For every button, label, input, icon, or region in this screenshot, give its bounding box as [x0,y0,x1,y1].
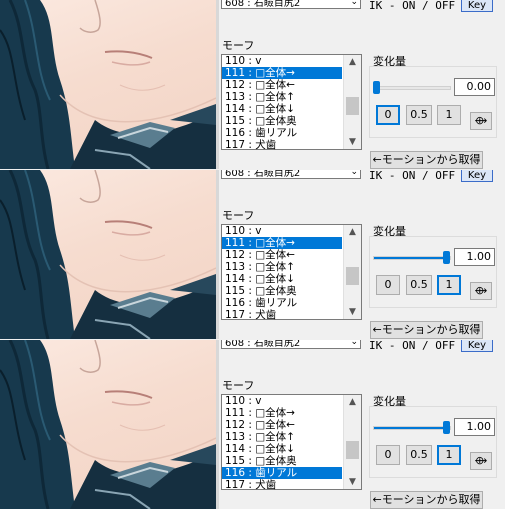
model-viewport [0,0,216,169]
viewport-render [0,170,216,339]
key-button[interactable]: Key [461,0,493,12]
value-one-button[interactable]: 1 [437,105,461,125]
morph-slider-track[interactable] [373,256,451,260]
list-item[interactable]: 114 : □全体↓ [222,273,342,285]
bone-select[interactable]: 608 : 右瞼目尻2 ⌄ [221,340,361,349]
list-item[interactable]: 114 : □全体↓ [222,103,342,115]
list-item[interactable]: 117 : 犬歯 [222,309,342,321]
chevron-down-icon: ⌄ [350,340,358,347]
list-item[interactable]: 116 : 歯リアル [222,297,342,309]
morph-slider-thumb[interactable] [373,81,380,94]
bone-select[interactable]: 608 : 右瞼目尻2 ⌄ [221,170,361,179]
value-zero-button[interactable]: 0 [376,445,400,465]
get-from-motion-button[interactable]: ←モーションから取得 [370,151,483,169]
reset-button[interactable]: ⟴ [470,112,492,130]
list-item[interactable]: 115 : □全体奥 [222,455,342,467]
scroll-up-icon[interactable]: ▲ [344,55,361,69]
morph-value-input[interactable]: 1.00 [454,248,495,266]
list-item[interactable]: 111 : □全体→ [222,407,342,419]
value-one-button[interactable]: 1 [437,275,461,295]
get-from-motion-button[interactable]: ←モーションから取得 [370,491,483,509]
reset-arrows-icon: ⟴ [474,284,488,297]
chevron-down-icon: ⌄ [350,170,358,177]
ik-toggle-label: IK - ON / OFF [369,170,456,182]
model-viewport [0,340,216,509]
scroll-thumb[interactable] [346,441,359,459]
list-item[interactable]: 110 : v [222,225,342,237]
scroll-thumb[interactable] [346,267,359,285]
screenshot-strip: 608 : 右瞼目尻2 ⌄ IK - ON / OFF Key モーフ 110 : v 11… [0,0,505,169]
list-item[interactable]: 113 : □全体↑ [222,261,342,273]
ik-toggle-label: IK - ON / OFF [369,340,456,352]
bone-select[interactable]: 608 : 右瞼目尻2 ⌄ [221,0,361,9]
screenshot-strip: 608 : 右瞼目尻2 ⌄ IK - ON / OFF Key モーフ 110 : v 11… [0,170,505,339]
list-item[interactable]: 116 : 歯リアル [222,467,342,479]
scrollbar[interactable]: ▲ ▼ [343,55,361,149]
list-item[interactable]: 114 : □全体↓ [222,443,342,455]
scroll-down-icon[interactable]: ▼ [344,305,361,319]
list-item[interactable]: 111 : □全体→ [222,237,342,249]
value-half-button[interactable]: 0.5 [406,445,432,465]
scroll-down-icon[interactable]: ▼ [344,135,361,149]
value-zero-button[interactable]: 0 [376,275,400,295]
list-item[interactable]: 113 : □全体↑ [222,431,342,443]
bone-select-value: 608 : 右瞼目尻2 [225,170,301,179]
scroll-up-icon[interactable]: ▲ [344,395,361,409]
scroll-down-icon[interactable]: ▼ [344,475,361,489]
value-half-button[interactable]: 0.5 [406,105,432,125]
get-from-motion-button[interactable]: ←モーションから取得 [370,321,483,339]
value-one-button[interactable]: 1 [437,445,461,465]
morph-slider-fill [374,257,450,259]
panel-divider [216,170,219,339]
morph-list[interactable]: 110 : v 111 : □全体→ 112 : □全体← 113 : □全体↑ 114… [221,394,362,491]
key-button[interactable]: Key [461,340,493,352]
panel-divider [216,0,219,169]
panel-divider [216,340,219,509]
reset-button[interactable]: ⟴ [470,452,492,470]
list-item[interactable]: 116 : 歯リアル [222,127,342,139]
list-item[interactable]: 115 : □全体奥 [222,115,342,127]
scrollbar[interactable]: ▲ ▼ [343,395,361,489]
list-item[interactable]: 110 : v [222,55,342,67]
viewport-render [0,340,216,509]
morph-slider-thumb[interactable] [443,251,450,264]
list-item[interactable]: 112 : □全体← [222,79,342,91]
reset-arrows-icon: ⟴ [474,454,488,467]
bone-select-value: 608 : 右瞼目尻2 [225,340,301,349]
key-button[interactable]: Key [461,170,493,182]
list-item[interactable]: 117 : 犬歯 [222,479,342,491]
scroll-up-icon[interactable]: ▲ [344,225,361,239]
bone-select-value: 608 : 右瞼目尻2 [225,0,301,9]
list-item[interactable]: 112 : □全体← [222,249,342,261]
screenshot-strip: 608 : 右瞼目尻2 ⌄ IK - ON / OFF Key モーフ 110 : v 11… [0,340,505,509]
list-item[interactable]: 112 : □全体← [222,419,342,431]
list-item[interactable]: 113 : □全体↑ [222,91,342,103]
reset-arrows-icon: ⟴ [474,114,488,127]
ik-toggle-label: IK - ON / OFF [369,0,456,12]
scrollbar[interactable]: ▲ ▼ [343,225,361,319]
morph-slider-track[interactable] [373,426,451,430]
morph-value-input[interactable]: 0.00 [454,78,495,96]
list-item[interactable]: 111 : □全体→ [222,67,342,79]
morph-label: モーフ [222,209,255,222]
reset-button[interactable]: ⟴ [470,282,492,300]
model-viewport [0,170,216,339]
value-zero-button[interactable]: 0 [376,105,400,125]
morph-list[interactable]: 110 : v 111 : □全体→ 112 : □全体← 113 : □全体↑ 114… [221,54,362,151]
morph-slider-track[interactable] [373,86,451,90]
list-item[interactable]: 117 : 犬歯 [222,139,342,151]
list-item[interactable]: 115 : □全体奥 [222,285,342,297]
value-half-button[interactable]: 0.5 [406,275,432,295]
morph-label: モーフ [222,379,255,392]
viewport-render [0,0,216,169]
morph-slider-fill [374,427,450,429]
morph-list[interactable]: 110 : v 111 : □全体→ 112 : □全体← 113 : □全体↑ 114… [221,224,362,321]
scroll-thumb[interactable] [346,97,359,115]
list-item[interactable]: 110 : v [222,395,342,407]
chevron-down-icon: ⌄ [350,0,358,7]
morph-value-input[interactable]: 1.00 [454,418,495,436]
morph-label: モーフ [222,39,255,52]
morph-slider-thumb[interactable] [443,421,450,434]
